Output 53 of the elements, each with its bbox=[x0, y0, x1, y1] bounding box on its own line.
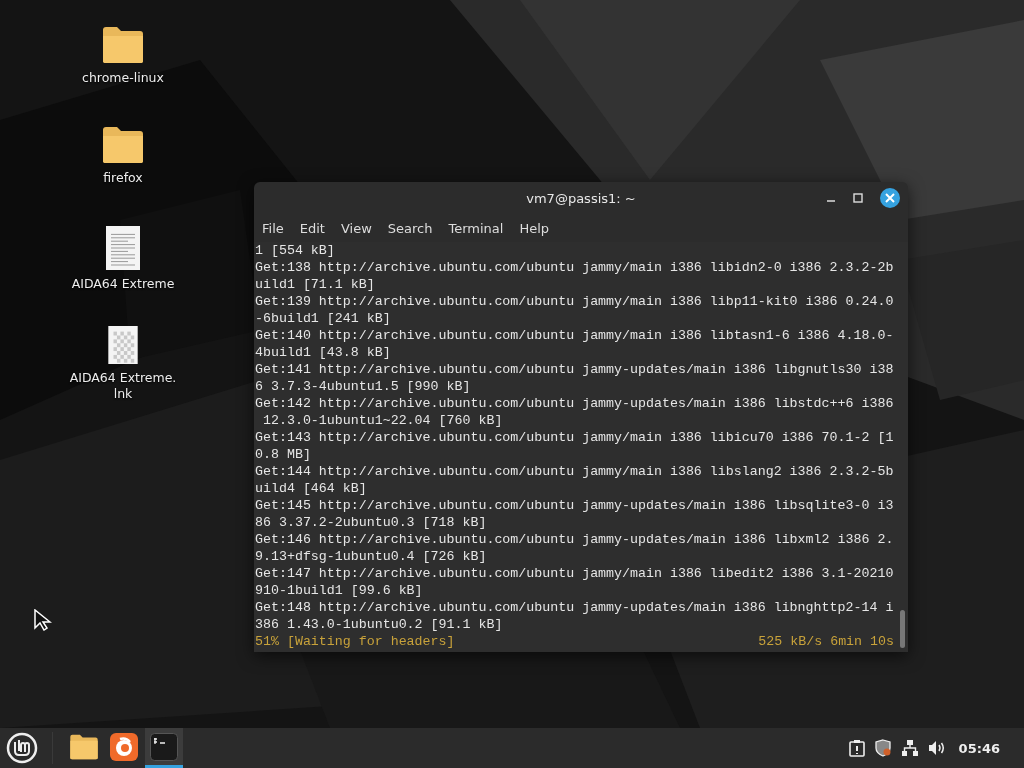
taskbar-app[interactable] bbox=[145, 728, 183, 768]
terminal-line: 1 [554 kB] bbox=[255, 242, 336, 259]
terminal-line: 6 3.7.3-4ubuntu1.5 [990 kB] bbox=[255, 378, 472, 395]
clipboard-icon[interactable] bbox=[848, 739, 865, 757]
terminal-line: 0.8 MB] bbox=[255, 446, 312, 463]
network-icon[interactable] bbox=[900, 739, 919, 757]
terminal-line: -6build1 [241 kB] bbox=[255, 310, 392, 327]
clock[interactable]: 05:46 bbox=[958, 740, 1000, 756]
menu-item[interactable]: View bbox=[332, 220, 380, 236]
terminal-line: uild1 [71.1 kB] bbox=[255, 276, 376, 293]
terminal-line: 386 1.43.0-1ubuntu0.2 [91.1 kB] bbox=[255, 616, 504, 633]
desktop-icon-label[interactable]: firefox bbox=[103, 170, 143, 186]
terminal-line: Get:141 http://archive.ubuntu.com/ubuntu jammy-updates/main i386 libgnutls30 i38 bbox=[255, 361, 895, 378]
download-rate: 525 kB/s 6min 10s bbox=[758, 633, 894, 650]
terminal-line: Get:146 http://archive.ubuntu.com/ubuntu jammy-updates/main i386 libxml2 i386 2. bbox=[255, 531, 895, 548]
terminal-line: 12.3.0-1ubuntu1~22.04 [760 kB] bbox=[261, 412, 504, 429]
folder-icon[interactable] bbox=[102, 126, 144, 164]
terminal-icon bbox=[150, 732, 178, 761]
menu-icon[interactable] bbox=[6, 732, 38, 764]
scrollbar[interactable] bbox=[900, 610, 905, 648]
terminal-line: Get:145 http://archive.ubuntu.com/ubuntu jammy-updates/main i386 libsqlite3-0 i3 bbox=[255, 497, 895, 514]
maximize-icon[interactable] bbox=[853, 193, 863, 203]
menu-item[interactable]: File bbox=[254, 220, 292, 236]
terminal-line: 4build1 [43.8 kB] bbox=[255, 344, 392, 361]
menu-item[interactable]: Search bbox=[379, 220, 441, 236]
terminal-line: Get:144 http://archive.ubuntu.com/ubuntu jammy/main i386 libslang2 i386 2.3.2-5b bbox=[255, 463, 895, 480]
terminal-line: 9.13+dfsg-1ubuntu0.4 [726 kB] bbox=[255, 548, 488, 565]
folder-icon bbox=[69, 733, 99, 760]
folder-icon[interactable] bbox=[102, 26, 144, 64]
terminal-line: 86 3.37.2-2ubuntu0.3 [718 kB] bbox=[255, 514, 488, 531]
desktop-icon-label[interactable]: chrome-linux bbox=[82, 70, 164, 86]
terminal-line: Get:148 http://archive.ubuntu.com/ubuntu jammy-updates/main i386 libnghttp2-14 i bbox=[255, 599, 895, 616]
terminal-line: Get:140 http://archive.ubuntu.com/ubuntu jammy/main i386 libtasn1-6 i386 4.18.0- bbox=[255, 327, 895, 344]
terminal-line: uild4 [464 kB] bbox=[255, 480, 368, 497]
volume-icon[interactable] bbox=[927, 739, 946, 757]
terminal-line: Get:147 http://archive.ubuntu.com/ubuntu jammy/main i386 libedit2 i386 3.1-20210 bbox=[255, 565, 895, 582]
desktop-icon-label[interactable]: AIDA64 Extreme bbox=[71, 276, 175, 292]
window-title: vm7@passis1: ~ bbox=[526, 190, 636, 206]
browser-icon bbox=[110, 732, 138, 761]
menu-item[interactable]: Terminal bbox=[440, 220, 512, 236]
menu-item[interactable]: Help bbox=[511, 220, 558, 236]
terminal-line: Get:142 http://archive.ubuntu.com/ubuntu jammy-updates/main i386 libstdc++6 i386 bbox=[255, 395, 895, 412]
shield-icon[interactable] bbox=[873, 739, 892, 757]
menu-item[interactable]: Edit bbox=[291, 220, 333, 236]
terminal-line: Get:143 http://archive.ubuntu.com/ubuntu jammy/main i386 libicu70 i386 70.1-2 [1 bbox=[255, 429, 895, 446]
terminal-line: Get:138 http://archive.ubuntu.com/ubuntu jammy/main i386 libidn2-0 i386 2.3.2-2b bbox=[255, 259, 895, 276]
desktop-icon-label[interactable]: AIDA64 Extreme. lnk bbox=[69, 370, 177, 402]
image-file-icon[interactable] bbox=[106, 326, 140, 364]
progress-status: 51% [Waiting for headers] bbox=[255, 633, 455, 650]
close-icon[interactable] bbox=[880, 188, 900, 208]
terminal-line: 910-1build1 [99.6 kB] bbox=[255, 582, 424, 599]
mouse-pointer-icon bbox=[34, 609, 52, 631]
terminal-line: Get:139 http://archive.ubuntu.com/ubuntu jammy/main i386 libp11-kit0 i386 0.24.0 bbox=[255, 293, 895, 310]
